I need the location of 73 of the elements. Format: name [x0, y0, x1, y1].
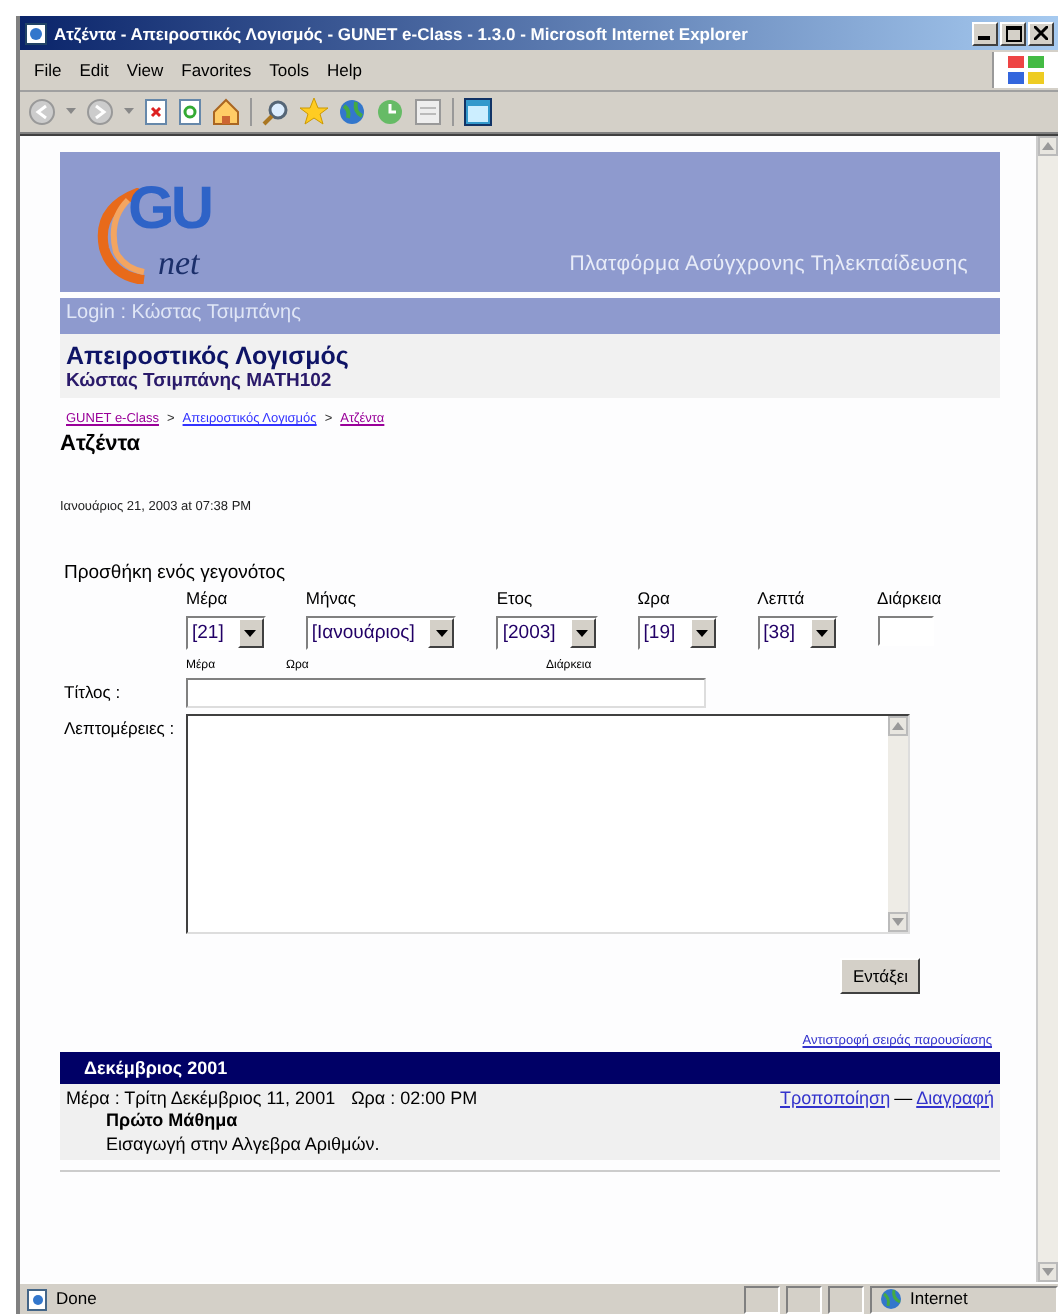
event-date: Μέρα : Τρίτη Δεκέμβριος 11, 2001 [66, 1088, 336, 1108]
separator-dash: — [894, 1088, 913, 1108]
field-label: Λεπτά [757, 588, 807, 608]
dropdown[interactable]: [Ιανουάριος] [305, 616, 457, 650]
maximize-button[interactable] [1000, 21, 1026, 45]
tagline: Πλατφόρμα Ασύγχρονης Τηλεκπαίδευσης [569, 252, 968, 276]
logo-subtext: net [158, 244, 200, 284]
scroll-up-icon [1042, 142, 1054, 150]
close-icon [1034, 26, 1048, 40]
menu-item[interactable]: Favorites [175, 60, 264, 80]
menu-item[interactable]: File [28, 60, 74, 80]
submit-button[interactable]: Εντάξει [840, 958, 920, 994]
page-icon [26, 1287, 50, 1311]
dropdown-arrow-icon [816, 629, 829, 637]
logo-text: GU [128, 176, 210, 244]
window-title: Ατζέντα - Απειροστικός Λογισμός - GUNET e-Class - 1.3.0 - Microsoft Internet Explorer [54, 23, 750, 43]
field-label: Διάρκεια [877, 588, 942, 608]
month-header: Δεκέμβριος 2001 [60, 1052, 1000, 1084]
field-label: Μήνας [305, 588, 358, 608]
search-icon[interactable] [262, 98, 290, 126]
dropdown-arrow-icon [576, 629, 589, 637]
dropdown[interactable]: [38] [757, 616, 838, 650]
forward-icon[interactable] [86, 98, 114, 126]
event-title: Πρώτο Μάθημα [106, 1110, 240, 1130]
scroll-down-icon [892, 918, 904, 926]
menu-item[interactable]: View [120, 60, 176, 80]
dropdown[interactable]: [21] [186, 616, 266, 650]
field-label: Ωρα [637, 588, 672, 608]
scroll-down-icon [1042, 1268, 1054, 1276]
history-icon[interactable] [376, 98, 404, 126]
document-icon[interactable] [414, 98, 442, 126]
scrollbar[interactable] [1036, 136, 1058, 1282]
field-label: Μέρα [186, 588, 230, 608]
zone-text: Internet [910, 1288, 968, 1310]
home-icon[interactable] [212, 98, 240, 126]
menu-item[interactable]: Help [320, 60, 374, 80]
dropdown[interactable]: [2003] [496, 616, 598, 650]
event-description: Εισαγωγή στην Αλγεβρα Αριθμών. [106, 1134, 382, 1154]
dropdown-arrow-icon[interactable] [66, 108, 76, 116]
globe-icon [880, 1288, 902, 1310]
globe-icon[interactable] [338, 98, 366, 126]
dropdown[interactable]: [19] [637, 616, 718, 650]
field-label: Τίτλος : [62, 680, 123, 706]
title-field[interactable] [186, 678, 706, 708]
dropdown-arrow-icon [435, 629, 448, 637]
field-label: Ετος [496, 588, 535, 608]
page-heading: Ατζέντα [60, 432, 143, 456]
menu-item[interactable]: Tools [263, 60, 321, 80]
refresh-icon[interactable] [178, 98, 202, 126]
scrollbar[interactable] [888, 716, 908, 932]
course-title: Απειροστικός Λογισμός [66, 342, 351, 370]
details-field[interactable] [186, 714, 910, 934]
close-button[interactable] [1028, 21, 1054, 45]
maximize-icon [1005, 25, 1021, 41]
minimize-button[interactable] [972, 21, 998, 45]
form-heading: Προσθήκη ενός γεγονότος [64, 562, 288, 584]
event-action-link[interactable]: Διαγραφή [916, 1088, 994, 1108]
stop-icon[interactable] [144, 98, 168, 126]
back-icon[interactable] [28, 98, 56, 126]
window-icon[interactable] [464, 98, 492, 126]
dropdown-arrow-icon [244, 629, 257, 637]
status-text: Done [56, 1288, 99, 1310]
event-action-link[interactable]: Τροποποίηση [780, 1088, 891, 1108]
dropdown-arrow-icon [696, 629, 709, 637]
dropdown-arrow-icon[interactable] [124, 108, 134, 116]
course-subtitle: Κώστας Τσιμπάνης MATH102 [66, 370, 334, 392]
event-time: Ωρα : 02:00 PM [351, 1088, 478, 1108]
scroll-up-icon [892, 722, 904, 730]
field-label: Λεπτομέρειες : [62, 716, 177, 742]
star-icon[interactable] [300, 98, 328, 126]
page-icon [24, 21, 48, 45]
login-bar: Login : Κώστας Τσιμπάνης [60, 298, 1000, 334]
menu-item[interactable]: Edit [73, 60, 121, 80]
